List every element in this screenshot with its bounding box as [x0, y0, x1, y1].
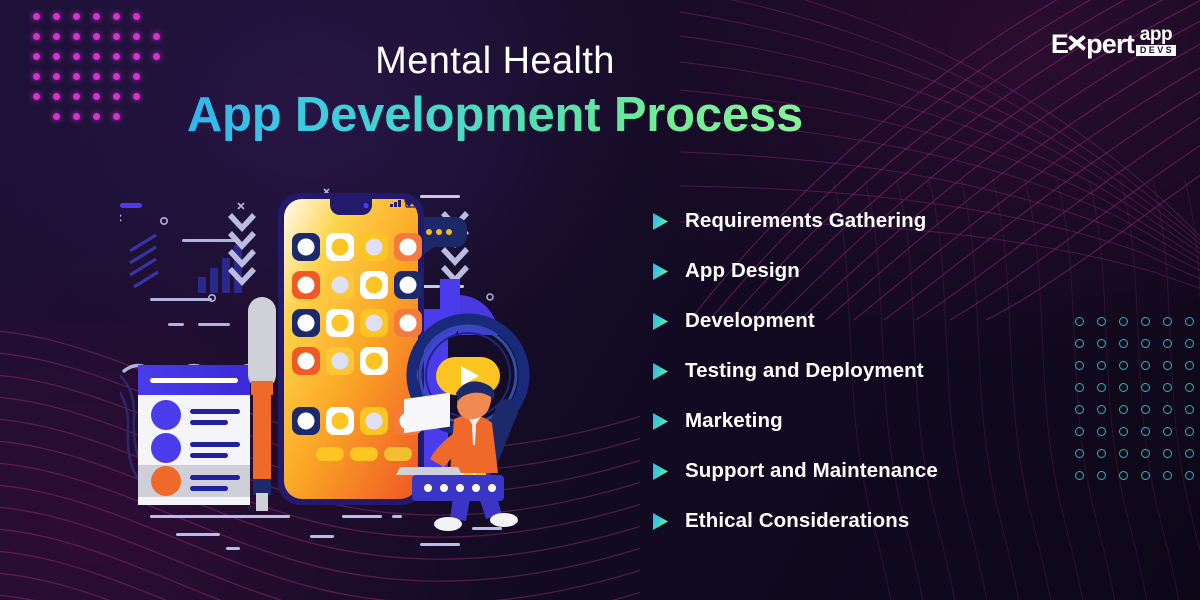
list-item-label: App Design [685, 259, 800, 282]
list-item[interactable]: App Design [652, 246, 1092, 296]
list-item-label: Marketing [685, 409, 783, 432]
logo-text-app: app [1139, 24, 1173, 45]
play-triangle-icon [653, 262, 668, 280]
screwdriver-tool [248, 297, 276, 511]
play-triangle-icon [653, 462, 668, 480]
dock-bar [412, 475, 504, 501]
list-item-label: Ethical Considerations [685, 509, 910, 532]
list-item-label: Requirements Gathering [685, 209, 927, 232]
list-item[interactable]: Testing and Deployment [652, 346, 1092, 396]
play-triangle-icon [653, 312, 668, 330]
bar-chart [198, 245, 242, 293]
checklist-card [138, 365, 250, 505]
page-title-block: Mental Health App Development Process [0, 42, 1200, 142]
play-triangle-icon [653, 362, 668, 380]
mental-health-app-development-illustration [120, 175, 600, 565]
list-item[interactable]: Ethical Considerations [652, 496, 1092, 546]
infographic-canvas: Mental Health App Development Process E … [0, 0, 1200, 600]
list-item-label: Testing and Deployment [685, 359, 924, 382]
list-item-label: Support and Maintenance [685, 459, 938, 482]
logo-text-pert: pert [1086, 29, 1135, 60]
logo-text-devs: DEVS [1135, 44, 1176, 56]
brand-logo[interactable]: E pert app DEVS [1050, 24, 1176, 60]
list-item[interactable]: Marketing [652, 396, 1092, 446]
play-triangle-icon [653, 212, 668, 230]
logo-text-e: E [1050, 29, 1069, 60]
list-item[interactable]: Development [652, 296, 1092, 346]
logo-app-devs-block: app DEVS [1135, 24, 1176, 56]
play-triangle-icon [653, 512, 668, 530]
list-item-label: Development [685, 309, 815, 332]
list-item[interactable]: Requirements Gathering [652, 196, 1092, 246]
process-step-list: Requirements Gathering App Design Develo… [652, 196, 1092, 546]
logo-wordmark: E pert [1050, 29, 1135, 60]
list-item[interactable]: Support and Maintenance [652, 446, 1092, 496]
x-cross-icon [1069, 32, 1086, 53]
play-triangle-icon [653, 412, 668, 430]
page-title: App Development Process [186, 88, 804, 142]
page-subtitle: Mental Health [375, 40, 615, 82]
